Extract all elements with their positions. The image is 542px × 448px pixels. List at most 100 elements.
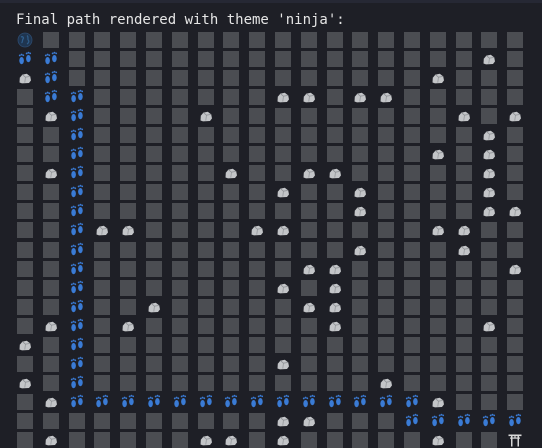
grid-cell-empty [197, 222, 214, 239]
grid-cell-empty [481, 70, 498, 87]
grid-cell-empty [274, 298, 291, 315]
rock-icon [43, 394, 59, 410]
footprints-icon [352, 394, 368, 410]
grid-cell-empty [429, 32, 446, 48]
grid-cell-empty [94, 317, 111, 334]
grid-cell-empty [403, 203, 420, 220]
grid-cell-empty [455, 32, 472, 48]
grid-cell-empty [455, 279, 472, 296]
grid-cell-empty [145, 336, 162, 353]
footprints-icon [43, 51, 59, 67]
grid-cell-empty [145, 279, 162, 296]
grid-cell-empty [455, 127, 472, 144]
grid-cell-empty [403, 279, 420, 296]
grid-cell-empty [94, 146, 111, 163]
grid-cell-empty [300, 32, 317, 48]
grid-cell-empty [94, 108, 111, 125]
footprints-icon [120, 394, 136, 410]
grid-cell-empty [120, 51, 137, 68]
rock-icon [481, 146, 497, 162]
grid-cell-empty [120, 279, 137, 296]
rock-icon [430, 70, 446, 86]
grid-cell-empty [42, 127, 59, 144]
grid-cell-empty [429, 165, 446, 182]
rock-icon [146, 299, 162, 315]
grid-cell-empty [197, 127, 214, 144]
grid-cell-empty [300, 317, 317, 334]
footprints-icon [198, 394, 214, 410]
grid-cell-empty [352, 260, 369, 277]
footprints-icon [69, 299, 85, 315]
grid-cell-empty [274, 51, 291, 68]
grid-cell-empty [249, 108, 266, 125]
grid-cell-empty [507, 51, 524, 68]
grid-cell-empty [145, 51, 162, 68]
footprints-icon [249, 394, 265, 410]
grid-cell-empty [481, 279, 498, 296]
grid-cell-empty [197, 355, 214, 372]
grid-cell-empty [326, 222, 343, 239]
grid-cell-empty [223, 203, 240, 220]
grid-cell-empty [120, 203, 137, 220]
grid-cell-empty [326, 336, 343, 353]
grid-cell-empty [326, 431, 343, 448]
rock-icon [430, 394, 446, 410]
grid-cell-empty [68, 32, 85, 48]
grid-cell-empty [403, 184, 420, 201]
grid-cell-empty [120, 89, 137, 106]
grid-cell-empty [378, 317, 395, 334]
grid-cell-empty [403, 260, 420, 277]
grid-cell-empty [507, 374, 524, 391]
footprints-icon [69, 108, 85, 124]
grid-cell-empty [249, 203, 266, 220]
grid-cell-empty [145, 70, 162, 87]
grid-cell-empty [378, 108, 395, 125]
footprints-icon [69, 184, 85, 200]
grid-cell-empty [197, 184, 214, 201]
grid-cell-empty [455, 70, 472, 87]
grid-cell-empty [145, 222, 162, 239]
grid-cell-empty [507, 393, 524, 410]
grid-cell-empty [42, 241, 59, 258]
rock-icon [301, 299, 317, 315]
grid-cell-empty [352, 146, 369, 163]
grid-cell-empty [171, 279, 188, 296]
grid-cell-empty [455, 165, 472, 182]
grid-cell-empty [42, 355, 59, 372]
grid-cell-empty [171, 89, 188, 106]
grid-cell-empty [455, 431, 472, 448]
grid-cell-empty [403, 431, 420, 448]
grid-cell-empty [197, 165, 214, 182]
grid-cell-empty [249, 89, 266, 106]
grid-cell-empty [378, 184, 395, 201]
grid-cell-empty [274, 203, 291, 220]
grid-cell-empty [274, 108, 291, 125]
grid-cell-empty [94, 279, 111, 296]
grid-cell-empty [197, 89, 214, 106]
grid-cell-empty [171, 260, 188, 277]
grid-cell-empty [171, 317, 188, 334]
rock-icon [198, 108, 214, 124]
grid-cell-empty [326, 184, 343, 201]
grid-cell-empty [42, 203, 59, 220]
grid-cell-empty [197, 298, 214, 315]
grid-cell-empty [326, 146, 343, 163]
grid-cell-empty [481, 260, 498, 277]
grid-cell-empty [455, 374, 472, 391]
grid-cell-empty [197, 241, 214, 258]
grid-cell-empty [300, 203, 317, 220]
rock-icon [481, 184, 497, 200]
footprints-icon [94, 394, 110, 410]
footprints-icon [69, 165, 85, 181]
grid-cell-empty [94, 184, 111, 201]
rock-icon [430, 146, 446, 162]
path-grid [17, 32, 524, 448]
footprints-icon [69, 127, 85, 143]
rock-icon [301, 165, 317, 181]
grid-cell-empty [120, 355, 137, 372]
output-heading: Final path rendered with theme 'ninja': [16, 12, 345, 28]
grid-cell-empty [429, 374, 446, 391]
grid-cell-empty [455, 336, 472, 353]
grid-cell-empty [223, 51, 240, 68]
grid-cell-empty [300, 222, 317, 239]
